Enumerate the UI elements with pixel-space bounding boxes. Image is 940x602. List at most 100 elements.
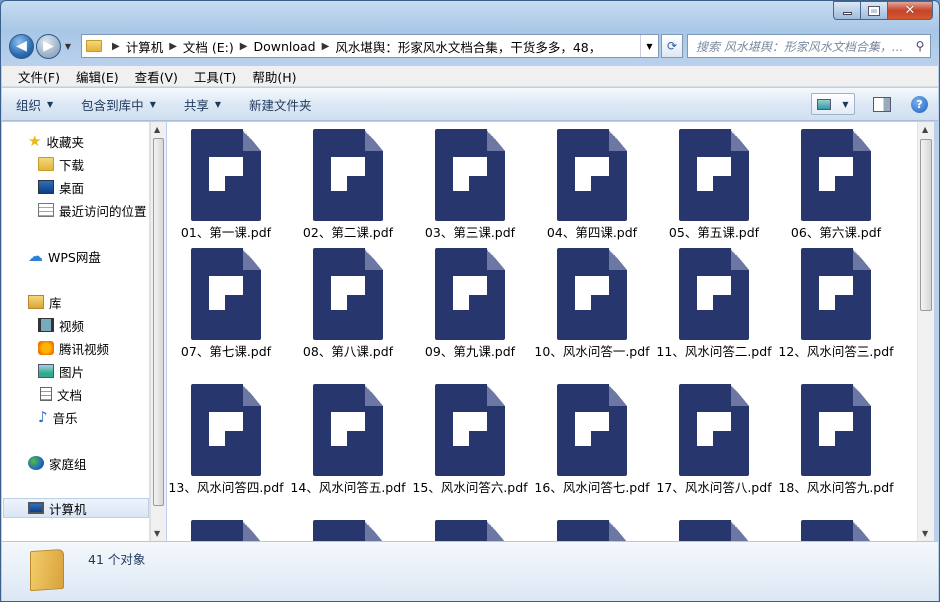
chevron-right-icon[interactable]: ▶: [112, 41, 120, 52]
file-item[interactable]: 14、风水问答五.pdf: [289, 384, 407, 496]
breadcrumb-download[interactable]: Download: [253, 39, 315, 54]
back-button[interactable]: ◀: [9, 33, 34, 59]
file-name: 07、第七课.pdf: [180, 344, 272, 359]
menu-view[interactable]: 查看(V): [127, 67, 186, 86]
address-history-dropdown[interactable]: ▼: [640, 35, 658, 57]
sidebar-item-computer[interactable]: 计算机: [3, 498, 149, 518]
file-item[interactable]: 16、风水问答七.pdf: [533, 384, 651, 496]
share-button[interactable]: 共享 ▼: [184, 95, 221, 114]
navigation-scrollbar[interactable]: ▲ ▼: [150, 122, 166, 541]
file-item[interactable]: 12、风水问答三.pdf: [777, 248, 895, 360]
music-icon: ♪: [38, 408, 48, 426]
explorer-window: ✕ ◀ ▶ ▼ ▶ 计算机 ▶ 文档 (E:) ▶ Download ▶ 风水堪…: [0, 0, 940, 602]
file-item[interactable]: [777, 520, 895, 541]
preview-pane-icon[interactable]: [873, 96, 891, 112]
breadcrumb-documents-drive[interactable]: 文档 (E:): [183, 37, 234, 56]
scrollbar-thumb[interactable]: [920, 139, 932, 311]
search-icon[interactable]: ⚲: [910, 39, 930, 53]
pdf-file-icon: [191, 248, 261, 340]
file-item[interactable]: 02、第二课.pdf: [289, 129, 407, 241]
file-item[interactable]: 15、风水问答六.pdf: [411, 384, 529, 496]
close-button[interactable]: ✕: [887, 1, 933, 20]
sidebar-item-wps[interactable]: ☁ WPS网盘: [28, 246, 101, 266]
file-item[interactable]: 06、第六课.pdf: [777, 129, 895, 241]
scroll-up-arrow-icon[interactable]: ▲: [922, 125, 928, 134]
change-view-button[interactable]: ▼: [811, 93, 855, 115]
file-item[interactable]: 01、第一课.pdf: [167, 129, 285, 241]
file-name: 03、第三课.pdf: [424, 225, 516, 240]
forward-button[interactable]: ▶: [36, 33, 61, 59]
file-item[interactable]: 09、第九课.pdf: [411, 248, 529, 360]
file-item[interactable]: [411, 520, 529, 541]
scroll-down-arrow-icon[interactable]: ▼: [922, 529, 928, 538]
star-icon: ★: [28, 132, 42, 150]
file-name: 04、第四课.pdf: [546, 225, 638, 240]
file-item[interactable]: 10、风水问答一.pdf: [533, 248, 651, 360]
sidebar-item-pictures[interactable]: 图片: [38, 361, 84, 381]
file-item[interactable]: [655, 520, 773, 541]
sidebar-item-recent[interactable]: 最近访问的位置: [38, 200, 147, 220]
sidebar-item-label: 文档: [57, 387, 83, 403]
minimize-button[interactable]: [833, 1, 860, 20]
sidebar-item-tencent-video[interactable]: 腾讯视频: [38, 338, 109, 358]
file-item[interactable]: 08、第八课.pdf: [289, 248, 407, 360]
scroll-down-arrow-icon[interactable]: ▼: [154, 529, 160, 538]
file-item[interactable]: 04、第四课.pdf: [533, 129, 651, 241]
sidebar-item-homegroup[interactable]: 家庭组: [28, 453, 87, 473]
homegroup-icon: [28, 456, 44, 470]
file-item[interactable]: 13、风水问答四.pdf: [167, 384, 285, 496]
file-name: 18、风水问答九.pdf: [778, 480, 894, 495]
sidebar-item-documents[interactable]: 文档: [40, 384, 82, 404]
sidebar-item-label: 音乐: [52, 410, 78, 426]
help-icon[interactable]: ?: [911, 95, 928, 113]
navigation-pane: ★ 收藏夹 下载 桌面 最近访问的位置 ☁ WPS网盘 库 视频 腾讯视频 图片 文…: [2, 122, 150, 541]
refresh-button[interactable]: ⟳: [661, 34, 683, 58]
pdf-file-icon: [801, 248, 871, 340]
sidebar-item-label: 视频: [59, 318, 85, 334]
breadcrumb-computer[interactable]: 计算机: [126, 37, 164, 56]
chevron-down-icon[interactable]: ▼: [842, 100, 848, 109]
recent-pages-dropdown[interactable]: ▼: [61, 42, 75, 51]
pdf-file-icon: [801, 384, 871, 476]
file-list: 01、第一课.pdf 02、第二课.pdf 03、第三课.pdf 04、第四课.pdf…: [167, 122, 917, 541]
pdf-file-icon: [557, 520, 627, 541]
chevron-right-icon[interactable]: ▶: [169, 41, 177, 52]
search-input[interactable]: 搜索 风水堪舆：形家风水文档合集，... ⚲: [687, 34, 931, 58]
file-item[interactable]: 18、风水问答九.pdf: [777, 384, 895, 496]
menu-help[interactable]: 帮助(H): [244, 67, 304, 86]
recent-places-icon: [38, 203, 54, 217]
file-item[interactable]: [533, 520, 651, 541]
menu-edit[interactable]: 编辑(E): [68, 67, 127, 86]
breadcrumb-current-folder[interactable]: 风水堪舆：形家风水文档合集，干货多多，48，: [335, 37, 601, 56]
sidebar-item-video[interactable]: 视频: [38, 315, 84, 335]
sidebar-item-favorites[interactable]: ★ 收藏夹: [28, 131, 84, 151]
scrollbar-thumb[interactable]: [153, 138, 164, 506]
file-item[interactable]: [289, 520, 407, 541]
file-item[interactable]: 11、风水问答二.pdf: [655, 248, 773, 360]
sidebar-item-downloads[interactable]: 下载: [38, 154, 84, 174]
file-name: 05、第五课.pdf: [668, 225, 760, 240]
menu-tools[interactable]: 工具(T): [186, 67, 244, 86]
organize-button[interactable]: 组织 ▼: [16, 95, 53, 114]
sidebar-item-library[interactable]: 库: [28, 292, 62, 312]
sidebar-item-label: 最近访问的位置: [59, 203, 147, 219]
file-name: 01、第一课.pdf: [180, 225, 272, 240]
sidebar-item-music[interactable]: ♪ 音乐: [38, 407, 78, 427]
maximize-button[interactable]: [860, 1, 887, 20]
chevron-right-icon[interactable]: ▶: [240, 41, 248, 52]
scroll-up-arrow-icon[interactable]: ▲: [154, 125, 160, 134]
chevron-right-icon[interactable]: ▶: [322, 41, 330, 52]
menu-file[interactable]: 文件(F): [10, 67, 68, 86]
file-item[interactable]: 17、风水问答八.pdf: [655, 384, 773, 496]
file-item[interactable]: 05、第五课.pdf: [655, 129, 773, 241]
back-arrow-icon: ◀: [16, 38, 27, 54]
new-folder-button[interactable]: 新建文件夹: [249, 95, 312, 114]
file-item[interactable]: [167, 520, 285, 541]
file-item[interactable]: 07、第七课.pdf: [167, 248, 285, 360]
content-scrollbar[interactable]: ▲ ▼: [917, 122, 934, 541]
file-item[interactable]: 03、第三课.pdf: [411, 129, 529, 241]
address-bar[interactable]: ▶ 计算机 ▶ 文档 (E:) ▶ Download ▶ 风水堪舆：形家风水文档…: [81, 34, 659, 58]
sidebar-item-desktop[interactable]: 桌面: [38, 177, 84, 197]
include-in-library-button[interactable]: 包含到库中 ▼: [81, 95, 156, 114]
menu-bar: 文件(F) 编辑(E) 查看(V) 工具(T) 帮助(H): [2, 66, 938, 87]
